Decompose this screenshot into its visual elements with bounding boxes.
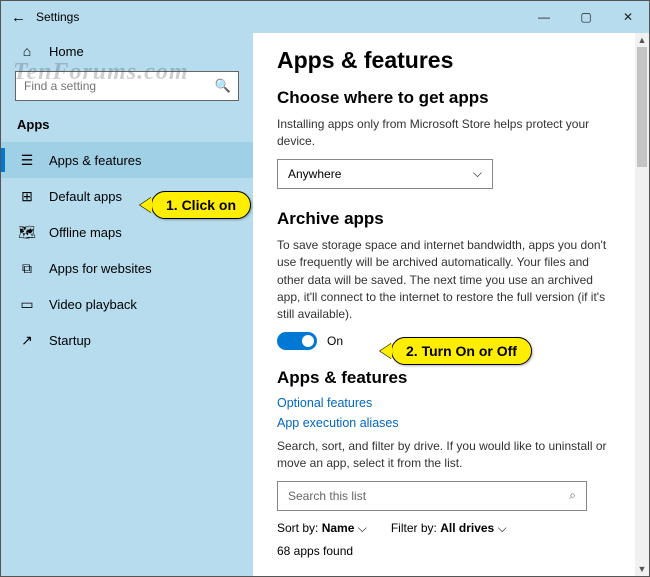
chevron-down-icon: ⌵ xyxy=(498,521,507,535)
search-apps-input[interactable]: Search this list ⌕ xyxy=(277,481,587,511)
toggle-state-label: On xyxy=(327,334,343,348)
toggle-knob xyxy=(302,335,314,347)
scrollbar[interactable]: ▲ ▼ xyxy=(635,33,649,576)
minimize-button[interactable]: — xyxy=(523,1,565,33)
sidebar: ⌂ Home 🔍 Apps ☰ Apps & features ⊞ Defaul… xyxy=(1,33,253,576)
filter-control[interactable]: Filter by: All drives ⌵ xyxy=(391,521,507,536)
sort-control[interactable]: Sort by: Name ⌵ xyxy=(277,521,367,536)
sidebar-item-apps-features[interactable]: ☰ Apps & features xyxy=(1,142,253,178)
defaults-icon: ⊞ xyxy=(19,188,35,204)
home-icon: ⌂ xyxy=(19,43,35,59)
search-apps-placeholder: Search this list xyxy=(288,489,366,503)
home-nav[interactable]: ⌂ Home xyxy=(1,35,253,71)
scroll-down-icon[interactable]: ▼ xyxy=(635,562,649,576)
sort-label: Sort by: xyxy=(277,521,318,535)
search-input[interactable] xyxy=(15,71,239,101)
video-icon: ▭ xyxy=(19,296,35,312)
archive-desc: To save storage space and internet bandw… xyxy=(277,237,611,324)
home-label: Home xyxy=(49,44,84,59)
callout-1: 1. Click on xyxy=(151,191,251,219)
sidebar-item-label: Video playback xyxy=(49,297,137,312)
startup-icon: ↗ xyxy=(19,332,35,348)
scroll-up-icon[interactable]: ▲ xyxy=(635,33,649,47)
choose-desc: Installing apps only from Microsoft Stor… xyxy=(277,116,611,151)
titlebar: ← Settings — ▢ ✕ xyxy=(1,1,649,33)
sidebar-item-label: Offline maps xyxy=(49,225,122,240)
sidebar-item-apps-for-websites[interactable]: ⧉ Apps for websites xyxy=(1,250,253,286)
dropdown-value: Anywhere xyxy=(288,167,341,181)
sidebar-item-label: Default apps xyxy=(49,189,122,204)
close-button[interactable]: ✕ xyxy=(607,1,649,33)
sidebar-item-startup[interactable]: ↗ Startup xyxy=(1,322,253,358)
app-execution-aliases-link[interactable]: App execution aliases xyxy=(277,416,611,430)
scroll-thumb[interactable] xyxy=(637,47,647,167)
chevron-down-icon: ⌵ xyxy=(473,166,482,181)
content-area: ⌂ Home 🔍 Apps ☰ Apps & features ⊞ Defaul… xyxy=(1,33,649,576)
map-icon: 🗺 xyxy=(19,224,35,240)
settings-window: ← Settings — ▢ ✕ ⌂ Home 🔍 Apps ☰ A xyxy=(0,0,650,577)
app-count: 68 apps found xyxy=(277,544,611,558)
sidebar-item-offline-maps[interactable]: 🗺 Offline maps xyxy=(1,214,253,250)
filter-value: All drives xyxy=(440,521,494,535)
features-heading: Apps & features xyxy=(277,368,611,388)
optional-features-link[interactable]: Optional features xyxy=(277,396,611,410)
sidebar-item-video-playback[interactable]: ▭ Video playback xyxy=(1,286,253,322)
sidebar-item-label: Apps for websites xyxy=(49,261,152,276)
list-icon: ☰ xyxy=(19,152,35,168)
sidebar-item-label: Apps & features xyxy=(49,153,142,168)
main-panel: Apps & features Choose where to get apps… xyxy=(253,33,649,576)
web-icon: ⧉ xyxy=(19,260,35,276)
window-title: Settings xyxy=(36,10,79,24)
archive-toggle[interactable] xyxy=(277,332,317,350)
sort-value: Name xyxy=(322,521,355,535)
sidebar-section-heading: Apps xyxy=(1,115,253,142)
callout-2: 2. Turn On or Off xyxy=(391,337,532,365)
filter-label: Filter by: xyxy=(391,521,437,535)
archive-heading: Archive apps xyxy=(277,209,611,229)
chevron-down-icon: ⌵ xyxy=(358,521,367,535)
features-desc: Search, sort, and filter by drive. If yo… xyxy=(277,438,611,473)
search-icon: 🔍 xyxy=(215,78,231,94)
back-icon[interactable]: ← xyxy=(11,9,26,26)
search-icon: ⌕ xyxy=(569,488,576,503)
maximize-button[interactable]: ▢ xyxy=(565,1,607,33)
page-title: Apps & features xyxy=(277,47,611,74)
choose-heading: Choose where to get apps xyxy=(277,88,611,108)
sidebar-item-label: Startup xyxy=(49,333,91,348)
app-source-dropdown[interactable]: Anywhere ⌵ xyxy=(277,159,493,189)
